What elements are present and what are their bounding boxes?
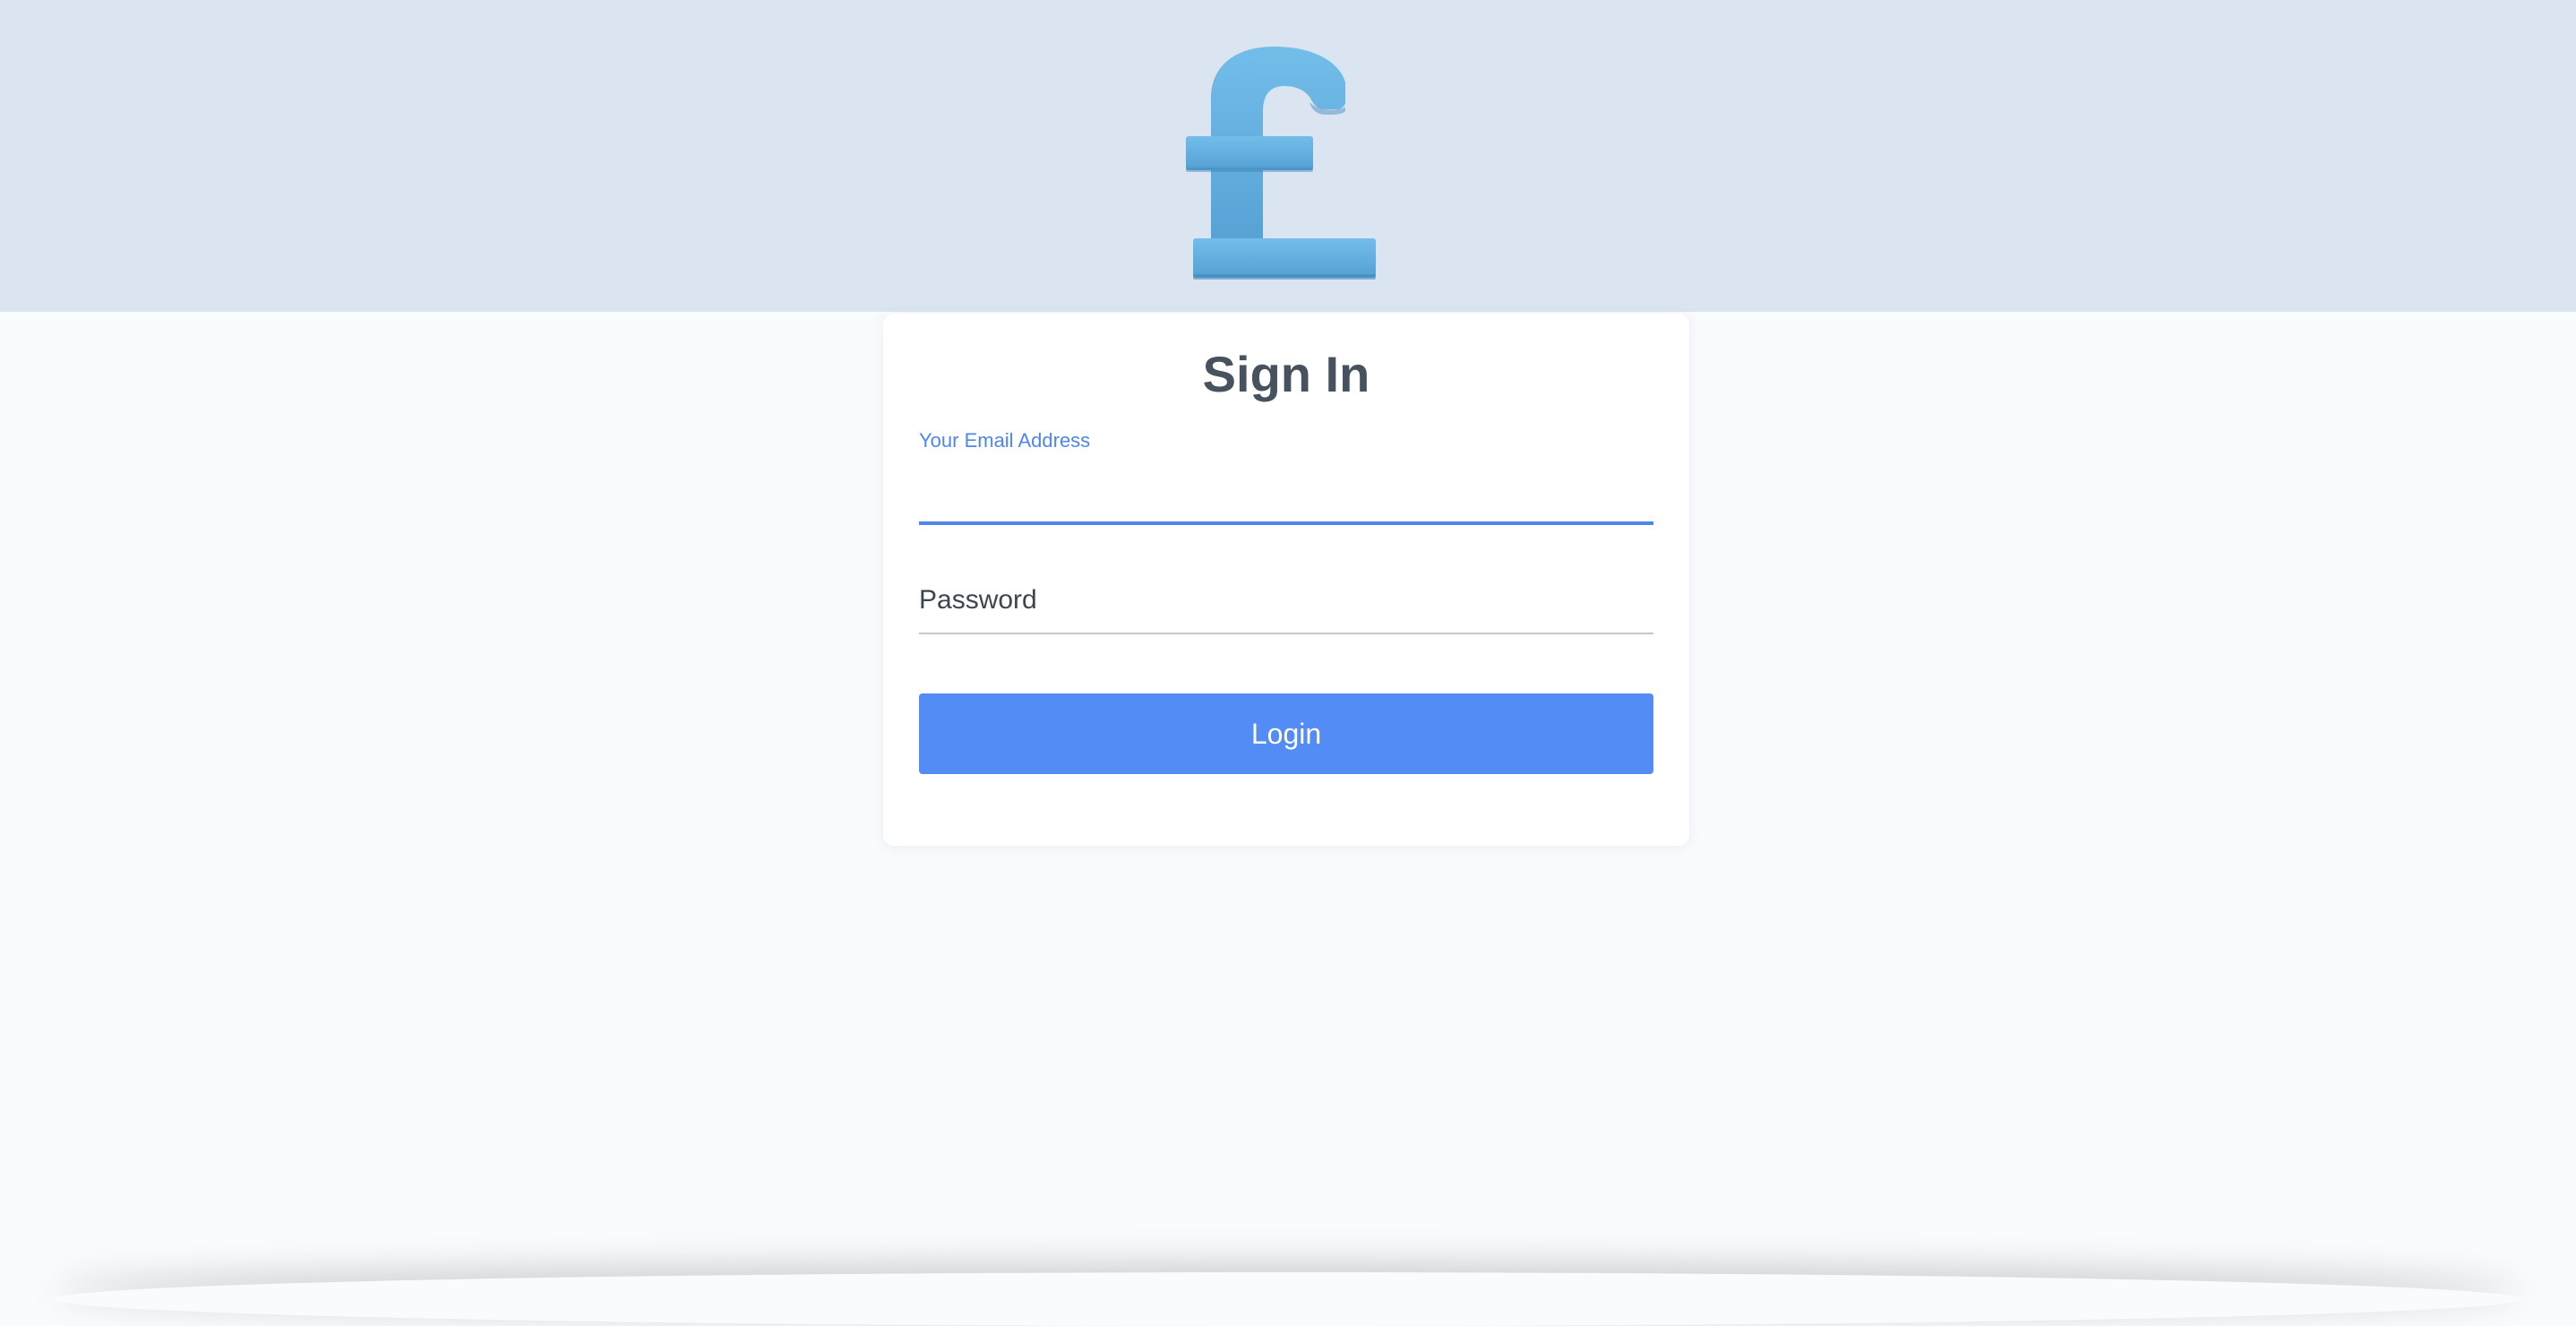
password-label: Password (919, 585, 1037, 615)
header-banner (0, 0, 2576, 312)
window-bottom-edge (54, 1272, 2522, 1326)
pound-sign-icon (1181, 43, 1395, 287)
login-button[interactable]: Login (919, 693, 1653, 774)
password-field[interactable]: Password (919, 573, 1653, 634)
email-field[interactable] (919, 462, 1653, 525)
signin-card: Sign In Your Email Address Password Logi… (883, 314, 1689, 846)
page-title: Sign In (1202, 346, 1370, 402)
email-label: Your Email Address (919, 429, 1091, 452)
